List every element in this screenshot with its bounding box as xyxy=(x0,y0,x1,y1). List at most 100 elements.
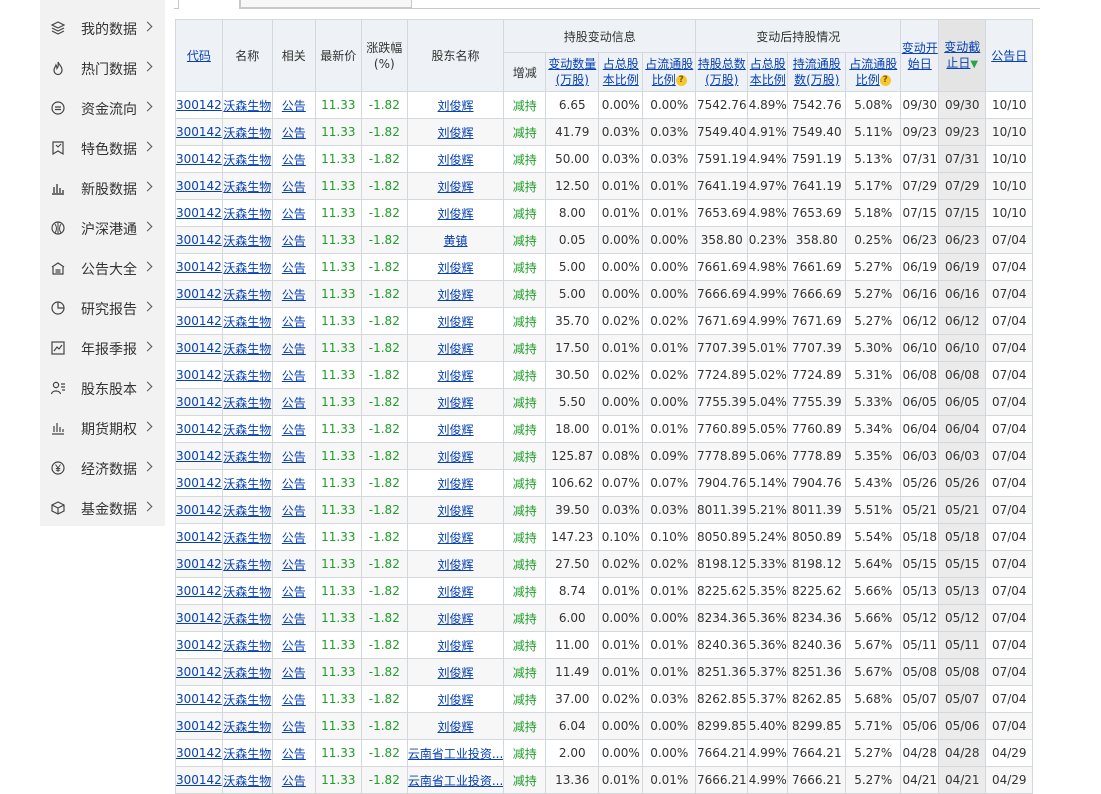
cell-related[interactable]: 公告 xyxy=(271,469,316,497)
related-link[interactable]: 公告 xyxy=(282,720,306,734)
cell-holder[interactable]: 刘俊辉 xyxy=(406,685,505,713)
code-link[interactable]: 300142 xyxy=(176,530,221,544)
related-link[interactable]: 公告 xyxy=(282,207,306,221)
sidebar-item-featured-data[interactable]: 特色数据 xyxy=(40,128,165,168)
header-notice-date-link[interactable]: 公告日 xyxy=(991,49,1027,63)
header-float-hold-pct[interactable]: 占流通股 比例? xyxy=(845,52,902,92)
related-link[interactable]: 公告 xyxy=(282,477,306,491)
cell-holder[interactable]: 刘俊辉 xyxy=(406,496,505,524)
cell-name[interactable]: 沃森生物 xyxy=(221,172,273,200)
name-link[interactable]: 沃森生物 xyxy=(223,747,271,761)
cell-name[interactable]: 沃森生物 xyxy=(221,685,273,713)
holder-link[interactable]: 刘俊辉 xyxy=(438,342,474,356)
code-link[interactable]: 300142 xyxy=(176,476,221,490)
cell-holder[interactable]: 刘俊辉 xyxy=(406,307,505,335)
related-link[interactable]: 公告 xyxy=(282,612,306,626)
code-link[interactable]: 300142 xyxy=(176,638,221,652)
cell-name[interactable]: 沃森生物 xyxy=(221,118,273,146)
code-link[interactable]: 300142 xyxy=(176,179,221,193)
cell-holder[interactable]: 刘俊辉 xyxy=(406,118,505,146)
code-link[interactable]: 300142 xyxy=(176,503,221,517)
cell-code[interactable]: 300142 xyxy=(175,415,223,443)
cell-name[interactable]: 沃森生物 xyxy=(221,604,273,632)
cell-code[interactable]: 300142 xyxy=(175,145,223,173)
cell-holder[interactable]: 刘俊辉 xyxy=(406,199,505,227)
cell-holder[interactable]: 刘俊辉 xyxy=(406,91,505,119)
cell-code[interactable]: 300142 xyxy=(175,307,223,335)
cell-name[interactable]: 沃森生物 xyxy=(221,631,273,659)
related-link[interactable]: 公告 xyxy=(282,234,306,248)
cell-name[interactable]: 沃森生物 xyxy=(221,145,273,173)
cell-name[interactable]: 沃森生物 xyxy=(221,766,273,794)
code-link[interactable]: 300142 xyxy=(176,233,221,247)
cell-name[interactable]: 沃森生物 xyxy=(221,253,273,281)
cell-name[interactable]: 沃森生物 xyxy=(221,388,273,416)
cell-related[interactable]: 公告 xyxy=(271,712,316,740)
related-link[interactable]: 公告 xyxy=(282,369,306,383)
sidebar-item-fund-flow[interactable]: 资金流向 xyxy=(40,88,165,128)
holder-link[interactable]: 刘俊辉 xyxy=(438,180,474,194)
cell-code[interactable]: 300142 xyxy=(175,334,223,362)
name-link[interactable]: 沃森生物 xyxy=(223,666,271,680)
code-link[interactable]: 300142 xyxy=(176,557,221,571)
cell-name[interactable]: 沃森生物 xyxy=(221,550,273,578)
header-notice-date[interactable]: 公告日 xyxy=(985,19,1034,92)
code-link[interactable]: 300142 xyxy=(176,206,221,220)
name-link[interactable]: 沃森生物 xyxy=(223,720,271,734)
code-link[interactable]: 300142 xyxy=(176,773,221,787)
holder-link[interactable]: 刘俊辉 xyxy=(438,99,474,113)
cell-code[interactable]: 300142 xyxy=(175,91,223,119)
header-code[interactable]: 代码 xyxy=(175,19,223,92)
tab-group[interactable] xyxy=(240,0,412,8)
name-link[interactable]: 沃森生物 xyxy=(223,558,271,572)
cell-holder[interactable]: 刘俊辉 xyxy=(406,442,505,470)
holder-link[interactable]: 刘俊辉 xyxy=(438,315,474,329)
related-link[interactable]: 公告 xyxy=(282,639,306,653)
cell-related[interactable]: 公告 xyxy=(271,361,316,389)
cell-holder[interactable]: 刘俊辉 xyxy=(406,145,505,173)
cell-name[interactable]: 沃森生物 xyxy=(221,442,273,470)
cell-holder[interactable]: 刘俊辉 xyxy=(406,712,505,740)
cell-related[interactable]: 公告 xyxy=(271,118,316,146)
header-end-date[interactable]: 变动截 止日▼ xyxy=(938,19,987,92)
name-link[interactable]: 沃森生物 xyxy=(223,153,271,167)
related-link[interactable]: 公告 xyxy=(282,747,306,761)
holder-link[interactable]: 刘俊辉 xyxy=(438,558,474,572)
code-link[interactable]: 300142 xyxy=(176,665,221,679)
related-link[interactable]: 公告 xyxy=(282,585,306,599)
code-link[interactable]: 300142 xyxy=(176,746,221,760)
code-link[interactable]: 300142 xyxy=(176,368,221,382)
cell-related[interactable]: 公告 xyxy=(271,253,316,281)
help-icon[interactable]: ? xyxy=(675,75,687,86)
cell-holder[interactable]: 云南省工业投资... xyxy=(406,739,505,767)
cell-code[interactable]: 300142 xyxy=(175,577,223,605)
sidebar-item-economic[interactable]: 经济数据 xyxy=(40,448,165,488)
cell-related[interactable]: 公告 xyxy=(271,172,316,200)
holder-link[interactable]: 云南省工业投资... xyxy=(408,747,502,761)
help-icon[interactable]: ? xyxy=(879,75,891,86)
tab-active[interactable] xyxy=(178,0,240,9)
cell-holder[interactable]: 黄镇 xyxy=(406,226,505,254)
name-link[interactable]: 沃森生物 xyxy=(223,261,271,275)
name-link[interactable]: 沃森生物 xyxy=(223,477,271,491)
related-link[interactable]: 公告 xyxy=(282,450,306,464)
sidebar-item-my-data[interactable]: 我的数据 xyxy=(40,8,165,48)
header-change-qty[interactable]: 变动数量 (万股) xyxy=(545,52,600,92)
code-link[interactable]: 300142 xyxy=(176,98,221,112)
cell-code[interactable]: 300142 xyxy=(175,550,223,578)
header-hold-total[interactable]: 持股总数 (万股) xyxy=(695,52,749,92)
name-link[interactable]: 沃森生物 xyxy=(223,315,271,329)
related-link[interactable]: 公告 xyxy=(282,153,306,167)
name-link[interactable]: 沃森生物 xyxy=(223,531,271,545)
holder-link[interactable]: 刘俊辉 xyxy=(438,261,474,275)
cell-name[interactable]: 沃森生物 xyxy=(221,415,273,443)
cell-code[interactable]: 300142 xyxy=(175,253,223,281)
name-link[interactable]: 沃森生物 xyxy=(223,585,271,599)
cell-name[interactable]: 沃森生物 xyxy=(221,307,273,335)
cell-holder[interactable]: 刘俊辉 xyxy=(406,361,505,389)
holder-link[interactable]: 刘俊辉 xyxy=(438,477,474,491)
holder-link[interactable]: 刘俊辉 xyxy=(438,369,474,383)
holder-link[interactable]: 黄镇 xyxy=(444,234,468,248)
cell-holder[interactable]: 刘俊辉 xyxy=(406,415,505,443)
cell-code[interactable]: 300142 xyxy=(175,604,223,632)
